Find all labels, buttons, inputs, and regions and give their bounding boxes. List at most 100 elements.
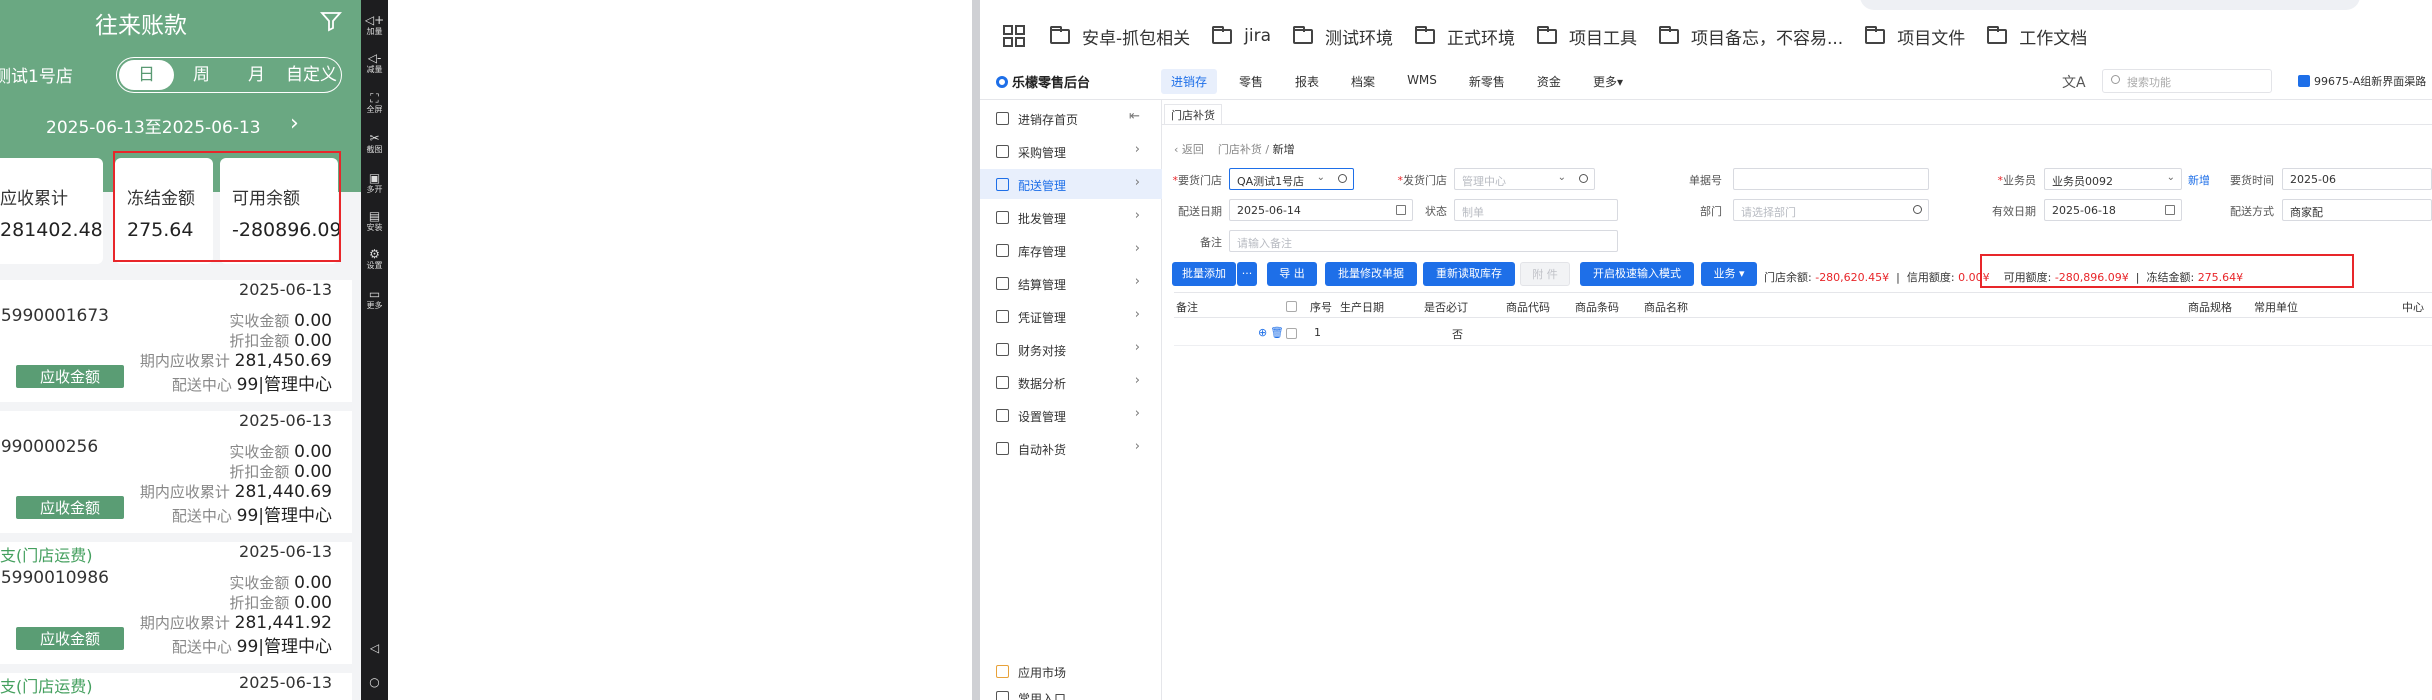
filter-icon[interactable]: [320, 10, 342, 32]
list-item[interactable]: 2025-06-13 5990000256 实收金额 0.00 折扣金额 0.0…: [0, 411, 352, 533]
select-all-checkbox[interactable]: [1286, 301, 1297, 312]
search-icon[interactable]: [1913, 205, 1922, 214]
valid-date-input[interactable]: 2025-06-18: [2044, 199, 2182, 221]
col-mfg-date[interactable]: 生产日期: [1340, 299, 1384, 315]
sidebar-item-settlement[interactable]: 结算管理 ›: [980, 268, 1162, 298]
segment-week[interactable]: 周: [174, 60, 229, 90]
sidebar-item-finance[interactable]: 财务对接 ›: [980, 334, 1162, 364]
add-salesman-link[interactable]: 新增: [2188, 172, 2210, 188]
col-spec[interactable]: 商品规格: [2188, 299, 2232, 315]
menu-item[interactable]: 报表: [1285, 69, 1329, 94]
fast-input-button[interactable]: 开启极速输入模式: [1580, 262, 1694, 286]
bookmark[interactable]: 正式环境: [1415, 24, 1515, 49]
date-range[interactable]: 2025-06-13至2025-06-13: [46, 113, 261, 138]
menu-item[interactable]: 新零售: [1459, 69, 1515, 94]
list-item[interactable]: 2025-06-13 75990001673 实收金额 0.00 折扣金额 0.…: [0, 280, 352, 402]
add-row-icon[interactable]: ⊕: [1258, 326, 1267, 339]
list-item[interactable]: 支(门店运费) 2025-06-13 75990010986 实收金额 0.00…: [0, 542, 352, 664]
req-store-select[interactable]: QA测试1号店 ⌄: [1229, 168, 1354, 190]
export-button[interactable]: 导 出: [1267, 262, 1317, 286]
sidebar-item-wholesale[interactable]: 批发管理 ›: [980, 202, 1162, 232]
tab-store-replenish[interactable]: 门店补货: [1164, 104, 1222, 125]
back-icon[interactable]: ◁: [361, 642, 388, 655]
user-info[interactable]: 99675-A组新界面渠路: [2298, 73, 2426, 89]
dept-select[interactable]: 请选择部门: [1733, 199, 1929, 221]
more-icon[interactable]: ▭ 更多: [361, 288, 388, 311]
menu-item[interactable]: 零售: [1229, 69, 1273, 94]
menu-item[interactable]: 进销存: [1161, 69, 1218, 94]
col-barcode[interactable]: 商品条码: [1575, 299, 1619, 315]
search-icon[interactable]: [1579, 174, 1588, 183]
col-center[interactable]: 中心: [2402, 299, 2424, 315]
col-unit[interactable]: 常用单位: [2254, 299, 2298, 315]
volume-down-icon[interactable]: ◁- 减量: [361, 52, 388, 75]
bookmark[interactable]: 测试环境: [1293, 24, 1393, 49]
sidebar-item-purchase[interactable]: 采购管理 ›: [980, 136, 1162, 166]
col-remark[interactable]: 备注: [1176, 299, 1198, 315]
breadcrumb-parent[interactable]: 门店补货: [1218, 143, 1262, 156]
menu-item[interactable]: 更多▾: [1583, 69, 1633, 94]
col-product-code[interactable]: 商品代码: [1506, 299, 1550, 315]
batch-add-button[interactable]: 批量添加: [1172, 262, 1236, 286]
sidebar-item-analytics[interactable]: 数据分析 ›: [980, 367, 1162, 397]
col-product-name[interactable]: 商品名称: [1644, 299, 1688, 315]
req-time-input[interactable]: 2025-06: [2282, 168, 2432, 190]
salesman-label: *业务员: [1997, 174, 2037, 187]
sidebar-item-voucher[interactable]: 凭证管理 ›: [980, 301, 1162, 331]
sidebar-item-settings[interactable]: 设置管理 ›: [980, 400, 1162, 430]
apps-grid-icon[interactable]: [1000, 22, 1028, 50]
collapse-icon[interactable]: ⇤: [1129, 109, 1140, 124]
sidebar-item-inventory[interactable]: 库存管理 ›: [980, 235, 1162, 265]
remark-input[interactable]: 请输入备注: [1229, 230, 1618, 252]
multi-open-icon[interactable]: ▣ 多开: [361, 172, 388, 195]
volume-up-icon[interactable]: ◁+ 加量: [361, 14, 388, 37]
home-icon[interactable]: ○: [361, 676, 388, 689]
segment-month[interactable]: 月: [229, 60, 284, 90]
bookmark[interactable]: 安卓-抓包相关: [1050, 24, 1190, 49]
sidebar-item-auto-replenish[interactable]: 自动补货 ›: [980, 433, 1162, 463]
row-checkbox[interactable]: [1286, 328, 1297, 339]
bookmark[interactable]: 项目备忘，不容易...: [1659, 24, 1843, 49]
install-icon[interactable]: ▤ 安装: [361, 210, 388, 233]
bookmark[interactable]: jira: [1212, 25, 1271, 46]
menu-item[interactable]: 档案: [1341, 69, 1385, 94]
sidebar-item-delivery[interactable]: 配送管理 ›: [980, 169, 1162, 199]
translate-icon[interactable]: 文A: [2062, 72, 2086, 92]
menu-item[interactable]: WMS: [1397, 69, 1447, 94]
sidebar-item-home[interactable]: 进销存首页 ⇤: [980, 103, 1162, 133]
screenshot-icon[interactable]: ✂ 截图: [361, 132, 388, 155]
delivery-date-input[interactable]: 2025-06-14: [1229, 199, 1413, 221]
salesman-select[interactable]: 业务员0092 ⌄: [2044, 168, 2182, 190]
chevron-right-icon[interactable]: ›: [290, 111, 299, 136]
sidebar-item-shortcuts[interactable]: 常用入口: [980, 682, 1162, 700]
fullscreen-icon[interactable]: ⛶ 全屏: [361, 92, 388, 115]
business-dropdown-button[interactable]: 业务 ▾: [1701, 262, 1757, 286]
row-must-order[interactable]: 否: [1452, 326, 1463, 342]
bookmark[interactable]: 工作文档: [1987, 24, 2087, 49]
col-must-order[interactable]: 是否必订: [1424, 299, 1468, 315]
reload-stock-button[interactable]: 重新读取库存: [1423, 262, 1515, 286]
scrollbar[interactable]: [972, 0, 980, 700]
settings-icon[interactable]: ⚙ 设置: [361, 248, 388, 271]
attachment-button[interactable]: 附 件: [1520, 262, 1570, 286]
delivery-method-select[interactable]: 商家配: [2282, 199, 2432, 221]
address-bar[interactable]: [1860, 0, 2360, 10]
search-input[interactable]: 搜索功能: [2102, 69, 2272, 93]
back-link[interactable]: ‹ 返回: [1174, 143, 1204, 156]
segment-day[interactable]: 日: [119, 60, 174, 90]
batch-edit-button[interactable]: 批量修改单据: [1325, 262, 1417, 286]
menu-item[interactable]: 资金: [1527, 69, 1571, 94]
app-logo[interactable]: 乐檬零售后台: [996, 72, 1090, 91]
more-button[interactable]: ···: [1237, 262, 1257, 286]
list-item[interactable]: 支(门店运费) 2025-06-13: [0, 673, 352, 700]
kv-label: 折扣金额: [229, 332, 290, 350]
delete-row-icon[interactable]: 🗑: [1270, 326, 1284, 339]
bill-input[interactable]: [1733, 168, 1929, 190]
bookmark[interactable]: 项目文件: [1865, 24, 1965, 49]
status-badge: 应收金额: [16, 627, 125, 650]
ship-store-select[interactable]: 管理中心 ⌄: [1454, 168, 1595, 190]
bookmark[interactable]: 项目工具: [1537, 24, 1637, 49]
segment-custom[interactable]: 自定义: [284, 60, 339, 90]
store-name[interactable]: 测试1号店: [0, 62, 73, 87]
search-icon[interactable]: [1338, 174, 1347, 183]
